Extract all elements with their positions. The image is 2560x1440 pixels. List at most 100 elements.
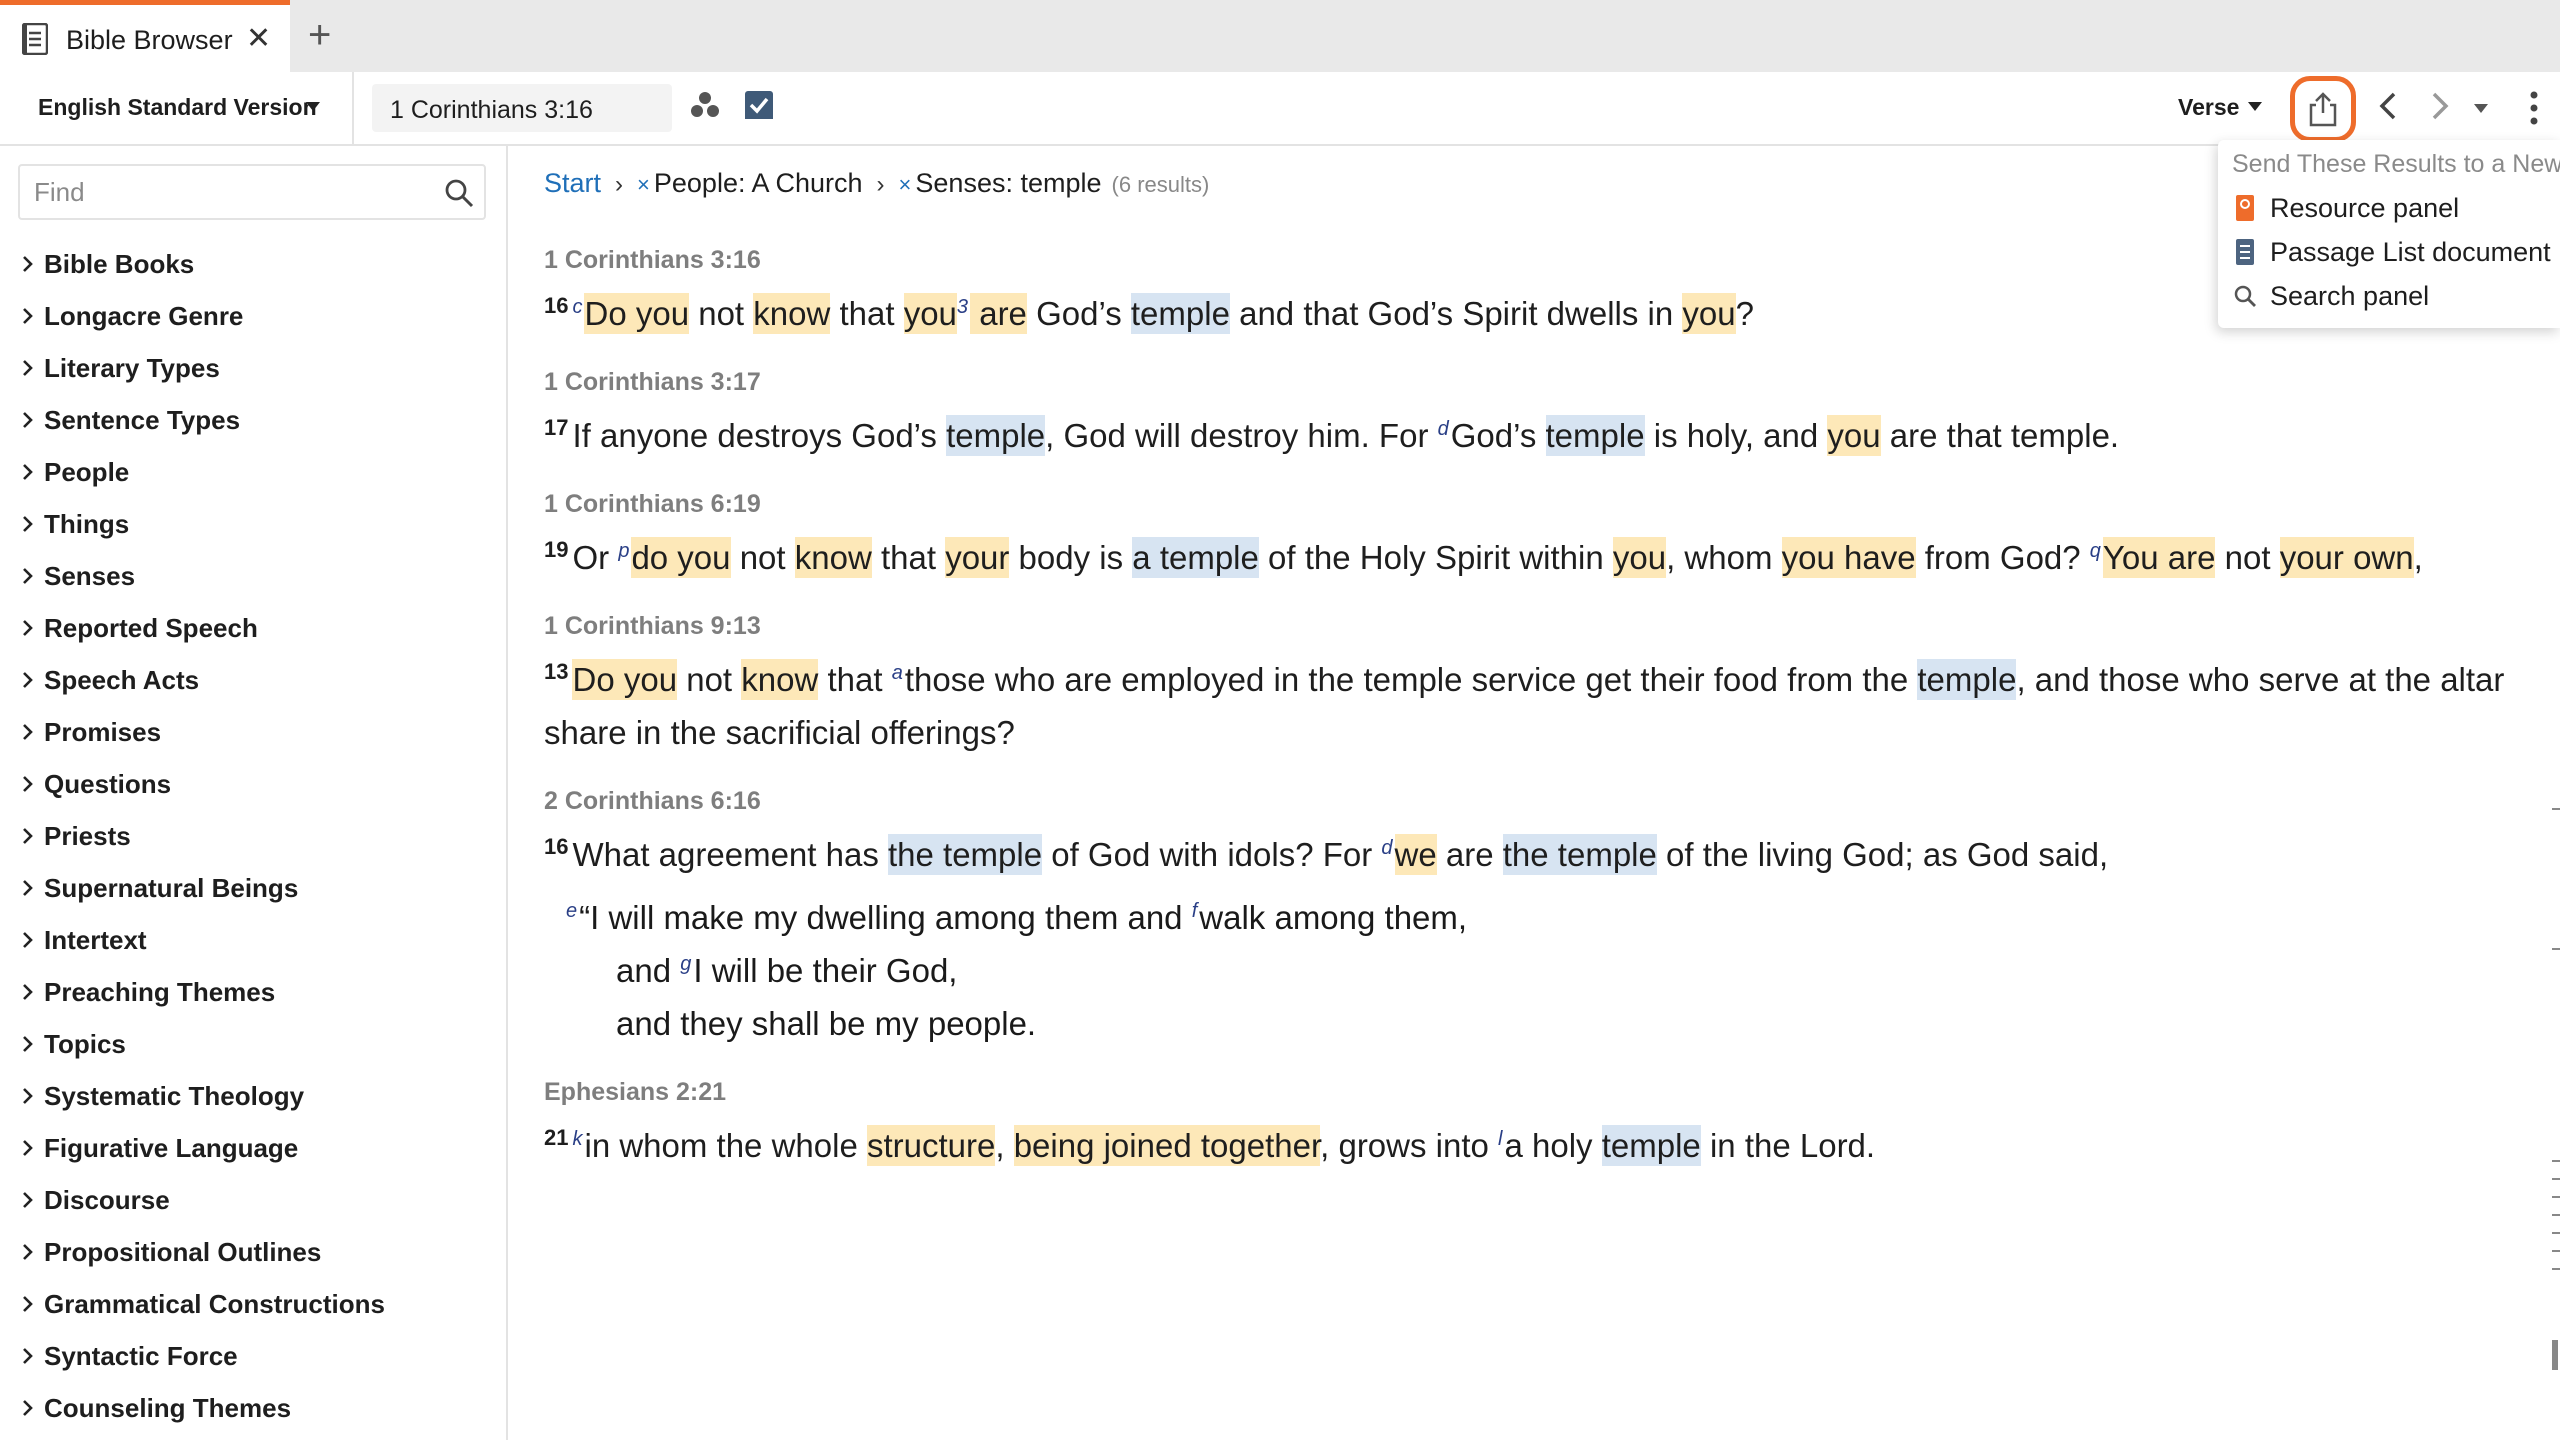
sidebar-item-promises[interactable]: Promises <box>0 708 508 760</box>
visual-filter-icon[interactable] <box>690 90 720 120</box>
scroll-thumb[interactable] <box>2552 1340 2558 1370</box>
breadcrumb-start[interactable]: Start <box>544 168 601 198</box>
footnote-marker[interactable]: e <box>566 900 577 922</box>
footnote-marker[interactable]: a <box>892 662 903 684</box>
menu-item-passage-list[interactable]: Passage List document <box>2218 230 2560 274</box>
sidebar-item-discourse[interactable]: Discourse <box>0 1176 508 1228</box>
chevron-right-icon[interactable] <box>20 1190 34 1210</box>
chevron-right-icon[interactable] <box>20 826 34 846</box>
chevron-right-icon[interactable] <box>20 462 34 482</box>
chevron-right-icon[interactable] <box>20 1242 34 1262</box>
chevron-right-icon[interactable] <box>20 514 34 534</box>
history-caret-icon[interactable] <box>2474 104 2488 113</box>
sidebar-item-reported-speech[interactable]: Reported Speech <box>0 604 508 656</box>
footnote-marker[interactable]: k <box>572 1128 582 1150</box>
highlighted-text: we <box>1394 834 1437 875</box>
chevron-right-icon[interactable] <box>20 618 34 638</box>
passage-reference[interactable]: Ephesians 2:21 <box>544 1078 2524 1107</box>
sidebar-item-questions[interactable]: Questions <box>0 760 508 812</box>
sidebar-item-literary-types[interactable]: Literary Types <box>0 344 508 396</box>
chevron-right-icon[interactable] <box>20 670 34 690</box>
sidebar-item-intertext[interactable]: Intertext <box>0 916 508 968</box>
footnote-marker[interactable]: c <box>572 296 582 318</box>
breadcrumb-people[interactable]: People: A Church <box>654 168 863 198</box>
sidebar-item-people[interactable]: People <box>0 448 508 500</box>
footnote-marker[interactable]: f <box>1192 900 1198 922</box>
passage-list-icon <box>2236 239 2254 265</box>
sidebar-item-longacre-genre[interactable]: Longacre Genre <box>0 292 508 344</box>
chevron-right-icon[interactable] <box>20 1346 34 1366</box>
sidebar-item-systematic-theology[interactable]: Systematic Theology <box>0 1072 508 1124</box>
sidebar-item-things[interactable]: Things <box>0 500 508 552</box>
verse-text: not <box>2215 539 2280 576</box>
chevron-right-icon[interactable] <box>20 930 34 950</box>
remove-filter-icon[interactable]: × <box>899 172 912 197</box>
caret-down-icon[interactable] <box>306 102 320 111</box>
scrollbar[interactable] <box>2550 780 2560 1380</box>
menu-item-resource-panel[interactable]: Resource panel <box>2218 186 2560 230</box>
sidebar-item-supernatural-beings[interactable]: Supernatural Beings <box>0 864 508 916</box>
reference-input[interactable]: 1 Corinthians 3:16 <box>390 96 593 125</box>
sidebar-item-grammatical-constructions[interactable]: Grammatical Constructions <box>0 1280 508 1332</box>
sidebar-item-sentence-types[interactable]: Sentence Types <box>0 396 508 448</box>
chevron-right-icon[interactable] <box>20 566 34 586</box>
tab-bible-browser[interactable]: Bible Browser ✕ <box>0 0 290 72</box>
sidebar-item-propositional-outlines[interactable]: Propositional Outlines <box>0 1228 508 1280</box>
sidebar-item-senses[interactable]: Senses <box>0 552 508 604</box>
sidebar-item-speech-acts[interactable]: Speech Acts <box>0 656 508 708</box>
checklist-icon[interactable] <box>744 90 774 120</box>
view-mode-selector[interactable]: Verse <box>2178 94 2239 121</box>
chevron-right-icon[interactable] <box>20 1294 34 1314</box>
sidebar-item-preaching-themes[interactable]: Preaching Themes <box>0 968 508 1020</box>
remove-filter-icon[interactable]: × <box>637 172 650 197</box>
chevron-right-icon[interactable] <box>20 410 34 430</box>
verse-text: are that temple. <box>1880 417 2120 454</box>
verse-text: and that God’s Spirit dwells in <box>1229 295 1683 332</box>
chevron-left-icon[interactable] <box>2374 90 2404 122</box>
find-box[interactable] <box>18 164 486 220</box>
footnote-marker[interactable]: p <box>618 540 629 562</box>
sidebar-item-counseling-themes[interactable]: Counseling Themes <box>0 1384 508 1436</box>
sidebar-item-syntactic-force[interactable]: Syntactic Force <box>0 1332 508 1384</box>
chevron-right-icon[interactable] <box>20 1138 34 1158</box>
passage-reference[interactable]: 1 Corinthians 9:13 <box>544 612 2524 641</box>
sidebar-item-bible-books[interactable]: Bible Books <box>0 240 508 292</box>
caret-down-icon[interactable] <box>2248 102 2262 111</box>
reference-box[interactable]: 1 Corinthians 3:16 <box>372 84 672 132</box>
passage-reference[interactable]: 1 Corinthians 3:17 <box>544 368 2524 397</box>
footnote-marker[interactable]: l <box>1498 1128 1502 1150</box>
chevron-right-icon[interactable] <box>20 774 34 794</box>
share-button[interactable] <box>2290 76 2356 142</box>
menu-item-search-panel[interactable]: Search panel <box>2218 274 2560 318</box>
passage-reference[interactable]: 1 Corinthians 6:19 <box>544 490 2524 519</box>
chevron-right-icon[interactable] <box>20 254 34 274</box>
chevron-right-icon[interactable] <box>20 982 34 1002</box>
chevron-right-icon[interactable] <box>20 722 34 742</box>
add-tab-button[interactable]: + <box>308 12 331 58</box>
sidebar-item-topics[interactable]: Topics <box>0 1020 508 1072</box>
footnote-marker[interactable]: 3 <box>957 296 968 318</box>
version-selector[interactable]: English Standard Version <box>38 94 317 121</box>
chevron-right-icon[interactable] <box>20 1034 34 1054</box>
search-icon[interactable] <box>444 178 474 208</box>
footnote-marker[interactable]: q <box>2090 540 2101 562</box>
chevron-right-icon[interactable] <box>20 878 34 898</box>
chevron-right-icon[interactable] <box>20 358 34 378</box>
chevron-right-icon[interactable] <box>20 306 34 326</box>
footnote-marker[interactable]: d <box>1438 418 1449 440</box>
scroll-mark <box>2552 1214 2560 1216</box>
passage-reference[interactable]: 2 Corinthians 6:16 <box>544 787 2524 816</box>
toolbar: English Standard Version 1 Corinthians 3… <box>0 72 2560 146</box>
sidebar-item-label: Systematic Theology <box>44 1081 305 1111</box>
close-icon[interactable]: ✕ <box>246 21 271 57</box>
footnote-marker[interactable]: d <box>1381 837 1392 859</box>
chevron-right-icon[interactable] <box>20 1398 34 1418</box>
chevron-right-icon[interactable] <box>2424 90 2454 122</box>
sidebar-item-priests[interactable]: Priests <box>0 812 508 864</box>
chevron-right-icon[interactable] <box>20 1086 34 1106</box>
breadcrumb-senses[interactable]: Senses: temple <box>915 168 1101 198</box>
find-input[interactable] <box>20 166 430 218</box>
footnote-marker[interactable]: g <box>680 953 691 975</box>
kebab-icon[interactable] <box>2526 90 2542 126</box>
sidebar-item-figurative-language[interactable]: Figurative Language <box>0 1124 508 1176</box>
